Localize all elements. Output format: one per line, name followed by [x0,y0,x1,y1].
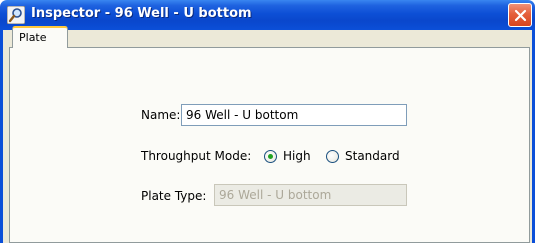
tab-label: Plate [19,31,47,44]
throughput-mode-label: Throughput Mode: [141,149,252,163]
plate-type-label: Plate Type: [141,189,207,203]
close-button[interactable] [508,3,532,27]
window-title: Inspector - 96 Well - U bottom [31,6,252,21]
name-label: Name: [141,108,181,122]
throughput-high-label[interactable]: High [283,149,311,163]
magnifier-icon [6,5,26,25]
plate-type-field: 96 Well - U bottom [214,184,407,206]
tab-plate[interactable]: Plate [12,26,68,48]
plate-tab-panel [9,47,530,243]
name-field[interactable]: 96 Well - U bottom [181,104,407,126]
throughput-standard-label[interactable]: Standard [345,149,400,163]
close-icon [514,9,527,22]
throughput-standard-radio[interactable] [326,150,339,163]
throughput-high-radio[interactable] [264,150,277,163]
title-bar[interactable]: Inspector - 96 Well - U bottom [0,0,535,30]
